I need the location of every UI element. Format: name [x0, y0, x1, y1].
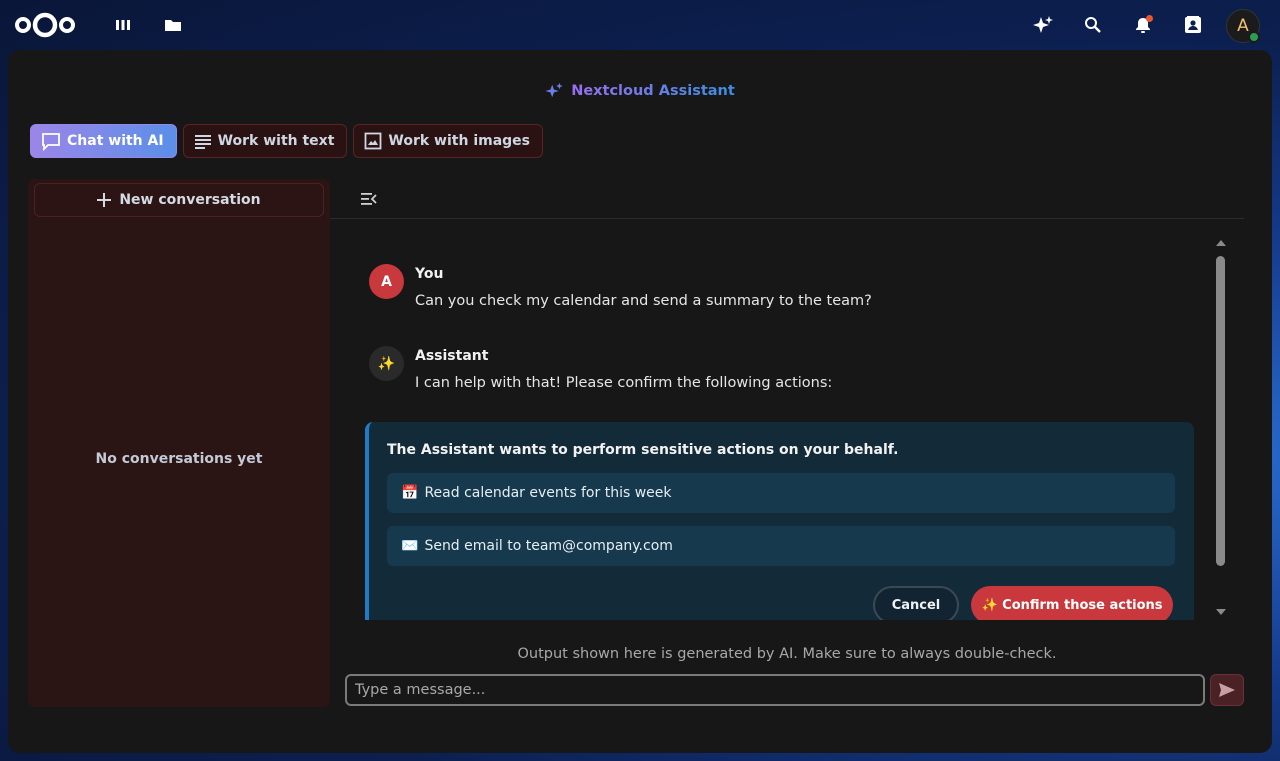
send-icon	[1219, 683, 1235, 697]
assistant-logo-icon	[545, 82, 563, 98]
message-author: Assistant	[415, 348, 489, 364]
action-label: Send email to team@company.com	[424, 538, 673, 554]
tab-label: Work with text	[217, 133, 335, 149]
confirmation-title: The Assistant wants to perform sensitive…	[387, 442, 899, 458]
mode-tabs: Chat with AI Work with text Work with im…	[30, 124, 544, 158]
confirm-actions-button[interactable]: ✨ Confirm those actions	[971, 586, 1173, 620]
page-title: Nextcloud Assistant	[8, 82, 1272, 100]
cancel-button[interactable]: Cancel	[873, 586, 959, 620]
online-status-icon	[1248, 31, 1260, 43]
empty-conversations-text: No conversations yet	[95, 451, 263, 467]
new-conversation-button[interactable]: New conversation	[34, 183, 324, 217]
contacts-icon[interactable]	[1182, 14, 1204, 36]
tab-label: Work with images	[388, 133, 531, 149]
action-item: ✉️ Send email to team@company.com	[387, 526, 1175, 566]
sparkles-icon: ✨	[369, 346, 404, 381]
message-input[interactable]	[345, 674, 1205, 706]
nextcloud-logo-icon[interactable]	[14, 11, 76, 39]
collapse-sidebar-icon[interactable]	[360, 190, 378, 208]
avatar-initial: A	[1237, 16, 1249, 36]
send-button[interactable]	[1210, 674, 1244, 706]
dashboard-icon[interactable]	[112, 14, 134, 36]
message-text[interactable]: I can help with that! Please confirm the…	[415, 375, 832, 391]
scroll-down-icon[interactable]	[1216, 609, 1226, 615]
chat-icon	[42, 133, 60, 151]
user-avatar[interactable]: A	[1226, 9, 1260, 43]
message-text[interactable]: Can you check my calendar and send a sum…	[415, 293, 872, 309]
top-bar: A	[0, 0, 1280, 50]
message-scrollbar[interactable]	[1212, 240, 1230, 618]
tab-work-with-images[interactable]: Work with images	[353, 124, 544, 158]
conversation-sidebar: New conversation No conversations yet	[28, 179, 330, 707]
notifications-icon[interactable]	[1132, 14, 1154, 36]
avatar-initial: A	[381, 273, 392, 290]
assistant-icon[interactable]	[1032, 14, 1054, 36]
text-icon	[194, 135, 211, 149]
plus-icon	[97, 193, 112, 207]
action-label: Read calendar events for this week	[424, 485, 672, 501]
tab-work-with-text[interactable]: Work with text	[182, 124, 348, 158]
calendar-icon: 📅	[401, 485, 419, 501]
ai-disclaimer: Output shown here is generated by AI. Ma…	[517, 646, 1057, 662]
tab-label: Chat with AI	[67, 133, 164, 149]
email-icon: ✉️	[401, 538, 419, 554]
action-item: 📅 Read calendar events for this week	[387, 473, 1175, 513]
tab-chat-with-ai[interactable]: Chat with AI	[30, 124, 177, 158]
scrollbar-thumb[interactable]	[1216, 256, 1225, 566]
files-icon[interactable]	[162, 14, 184, 36]
avatar-emoji: ✨	[377, 355, 396, 372]
image-icon	[365, 132, 382, 150]
avatar: A	[369, 264, 404, 299]
search-icon[interactable]	[1082, 14, 1104, 36]
message-list: A You Can you check my calendar and send…	[330, 220, 1230, 620]
scroll-up-icon[interactable]	[1216, 240, 1226, 246]
notification-badge	[1146, 15, 1153, 22]
chat-header	[330, 179, 1244, 219]
message-author: You	[415, 266, 444, 282]
app-title-text: Nextcloud Assistant	[571, 83, 735, 99]
new-conversation-label: New conversation	[119, 192, 261, 208]
confirmation-card: The Assistant wants to perform sensitive…	[365, 422, 1194, 620]
